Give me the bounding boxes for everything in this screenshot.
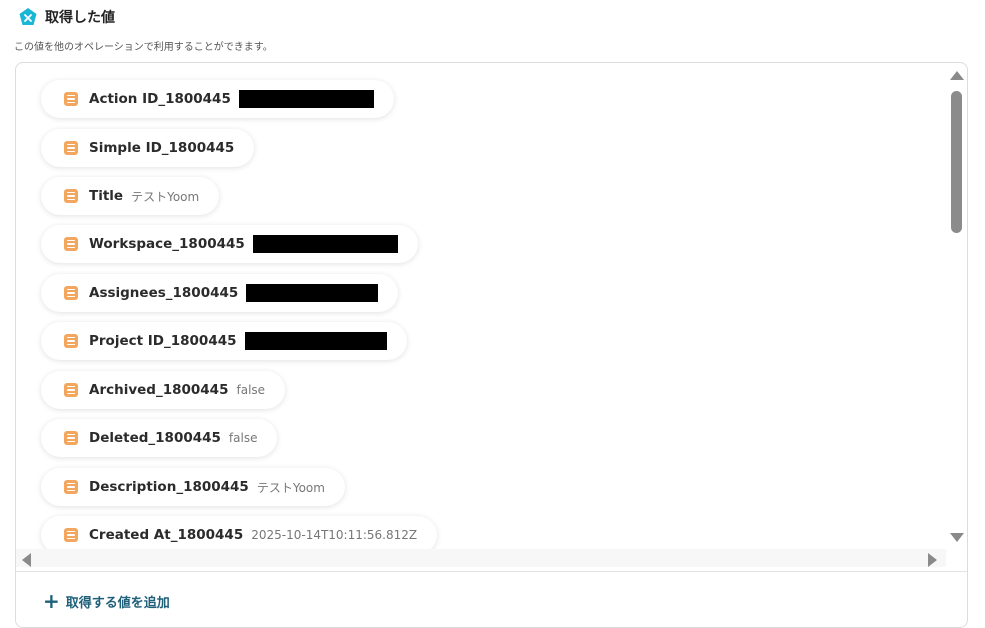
value-item-archived[interactable]: Archived_1800445 false <box>41 371 286 409</box>
value-item-name: Created At_1800445 <box>89 527 244 543</box>
value-item-value: テストYoom <box>256 480 325 495</box>
text-field-icon <box>64 141 78 155</box>
text-field-icon <box>64 383 78 397</box>
vertical-scroll-thumb[interactable] <box>951 91 962 233</box>
value-item-value: false <box>228 431 258 445</box>
add-value-button[interactable]: + 取得する値を追加 <box>43 591 170 611</box>
section-title: 取得した値 <box>45 10 115 26</box>
value-item-workspace[interactable]: Workspace_1800445 <box>41 225 418 263</box>
scroll-right-arrow-icon[interactable] <box>928 553 937 567</box>
value-item-action-id[interactable]: Action ID_1800445 <box>41 80 394 118</box>
value-item-value: false <box>236 383 266 397</box>
divider <box>16 571 967 572</box>
value-item-created-at[interactable]: Created At_1800445 2025-10-14T10:11:56.8… <box>41 516 438 549</box>
text-field-icon <box>64 480 78 494</box>
value-item-simple-id[interactable]: Simple ID_1800445 <box>41 129 255 167</box>
text-field-icon <box>64 431 78 445</box>
value-item-name: Project ID_1800445 <box>89 333 237 349</box>
value-item-description[interactable]: Description_1800445 テストYoom <box>41 468 345 506</box>
horizontal-scrollbar[interactable] <box>16 549 946 567</box>
value-item-name: Deleted_1800445 <box>89 430 221 446</box>
scroll-up-arrow-icon[interactable] <box>950 71 964 80</box>
vertical-scrollbar[interactable] <box>948 63 966 549</box>
value-item-title[interactable]: Title テストYoom <box>41 177 220 215</box>
value-item-value: 2025-10-14T10:11:56.812Z <box>251 528 418 542</box>
text-field-icon <box>64 189 78 203</box>
value-item-name: Title <box>89 188 124 204</box>
values-panel: Action ID_1800445 Simple ID_1800445 Titl… <box>15 62 968 628</box>
scroll-left-arrow-icon[interactable] <box>22 553 31 567</box>
section-subtitle: この値を他のオペレーションで利用することができます。 <box>14 42 273 53</box>
redacted-value <box>244 332 387 350</box>
value-item-name: Simple ID_1800445 <box>89 140 235 156</box>
value-item-name: Action ID_1800445 <box>89 91 231 107</box>
text-field-icon <box>64 92 78 106</box>
x-badge-icon <box>19 8 37 25</box>
value-item-name: Workspace_1800445 <box>89 236 245 252</box>
redacted-value <box>252 235 398 253</box>
value-item-deleted[interactable]: Deleted_1800445 false <box>41 419 278 457</box>
value-item-name: Archived_1800445 <box>89 382 229 398</box>
value-item-name: Assignees_1800445 <box>89 285 239 301</box>
plus-icon: + <box>43 589 60 613</box>
value-item-name: Description_1800445 <box>89 479 249 495</box>
value-item-project-id[interactable]: Project ID_1800445 <box>41 322 407 360</box>
text-field-icon <box>64 528 78 542</box>
redacted-value <box>246 284 379 302</box>
value-item-assignees[interactable]: Assignees_1800445 <box>41 274 399 312</box>
redacted-value <box>238 90 374 108</box>
text-field-icon <box>64 237 78 251</box>
value-item-value: テストYoom <box>131 189 200 204</box>
section-header: 取得した値 <box>18 6 115 28</box>
text-field-icon <box>64 334 78 348</box>
text-field-icon <box>64 286 78 300</box>
add-value-label: 取得する値を追加 <box>65 595 170 611</box>
scroll-down-arrow-icon[interactable] <box>950 533 964 542</box>
values-list: Action ID_1800445 Simple ID_1800445 Titl… <box>16 63 946 549</box>
